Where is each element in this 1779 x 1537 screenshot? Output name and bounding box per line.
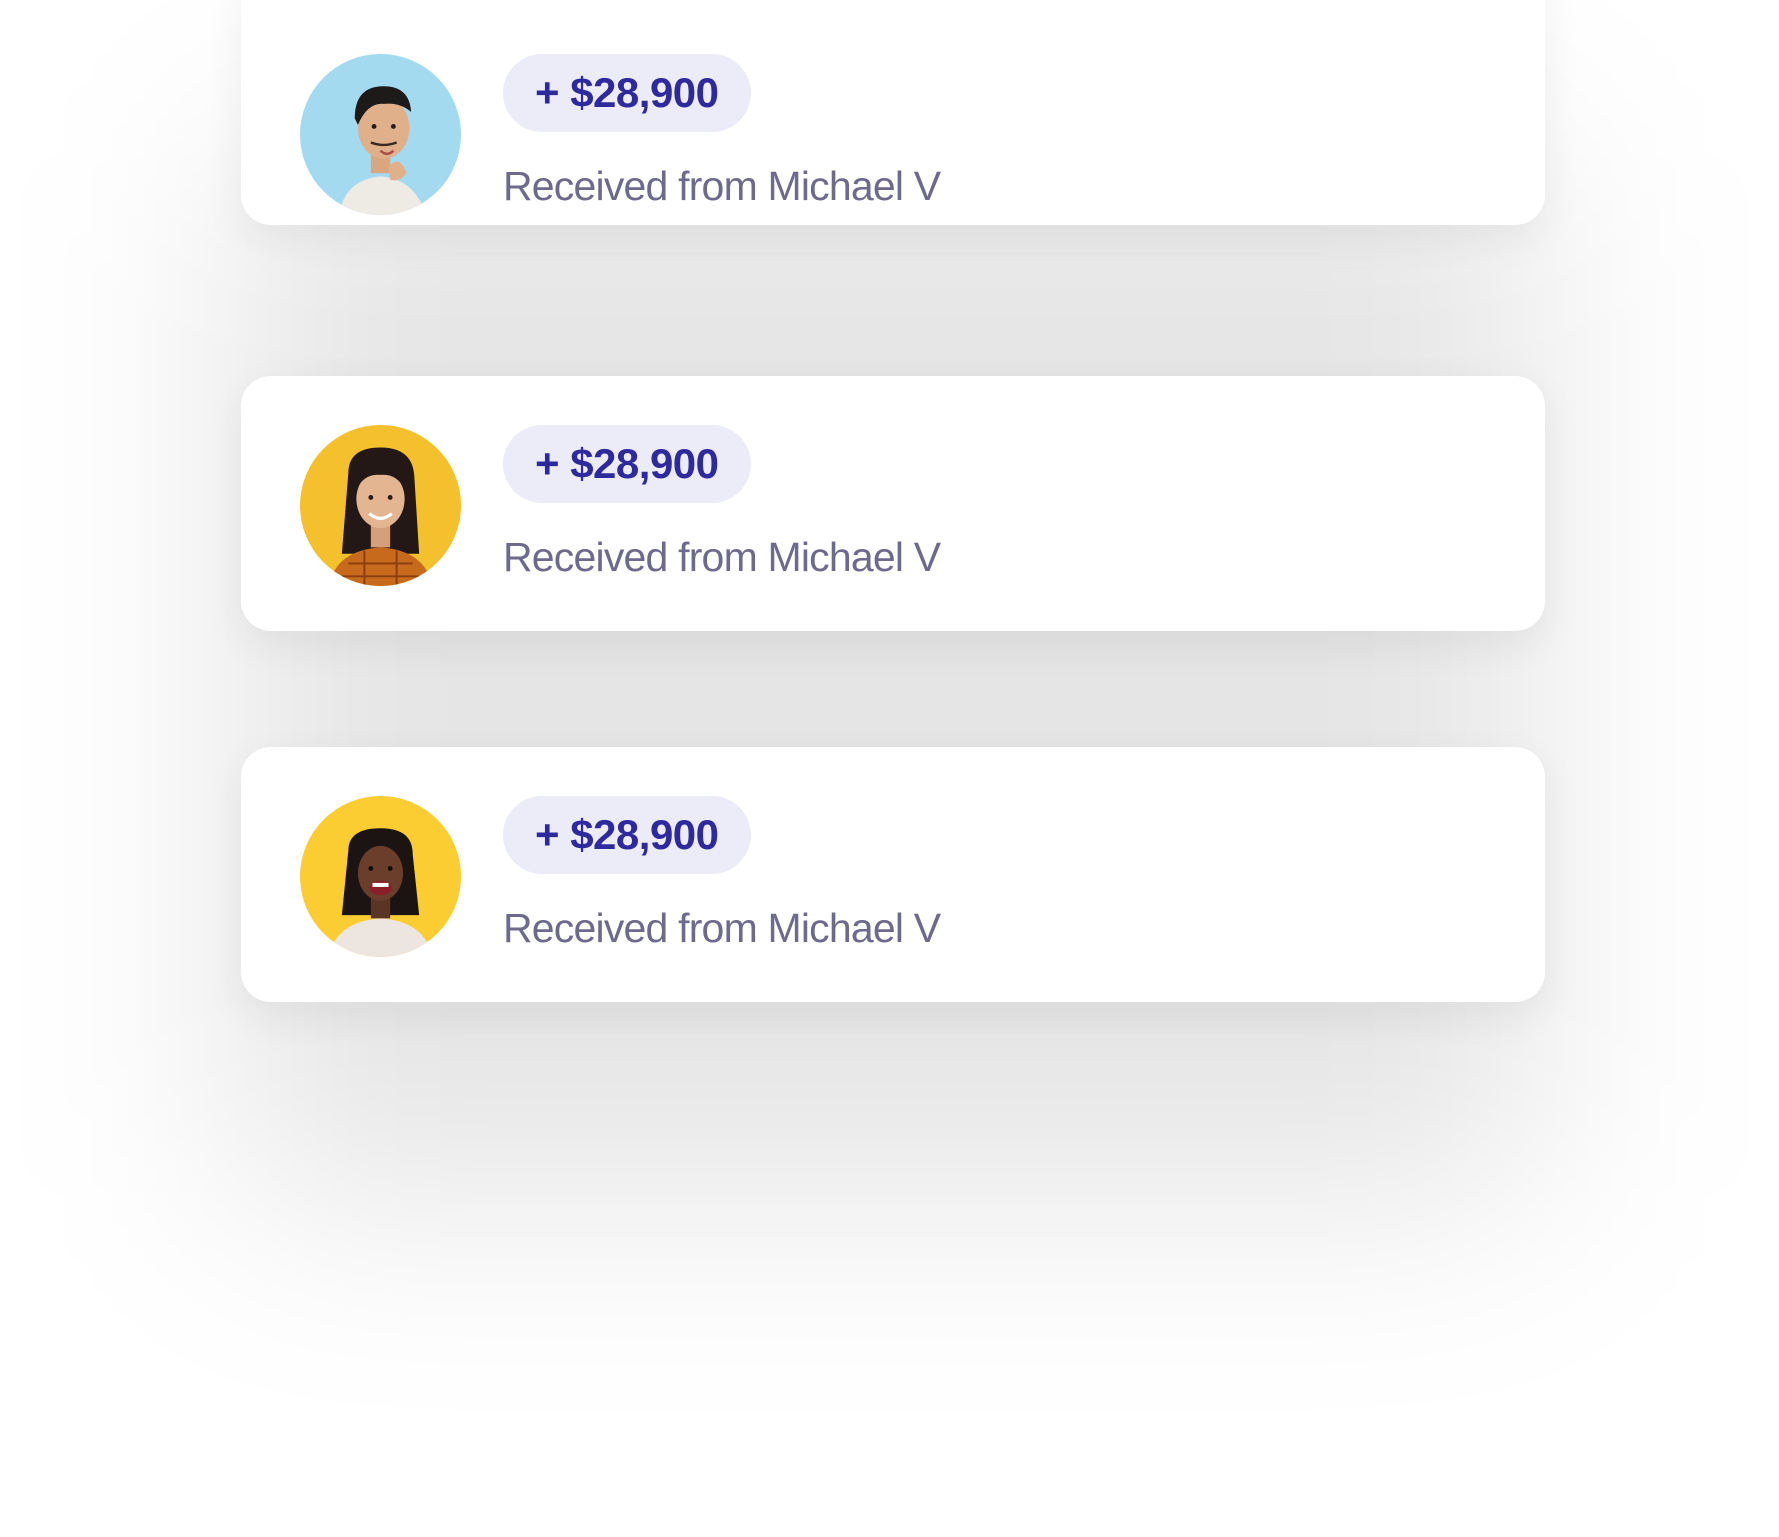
transaction-card[interactable]: + $28,900 Received from Michael V — [241, 376, 1545, 631]
amount-badge: + $28,900 — [503, 54, 751, 132]
person-avatar-icon — [300, 54, 461, 215]
person-avatar-icon — [300, 425, 461, 586]
amount-badge: + $28,900 — [503, 425, 751, 503]
transaction-description: Received from Michael V — [503, 534, 941, 580]
avatar — [300, 425, 461, 586]
avatar — [300, 54, 461, 215]
avatar — [300, 796, 461, 957]
amount-badge: + $28,900 — [503, 796, 751, 874]
transactions-panel: + $28,900 Received from Michael V + $28,… — [0, 0, 1779, 1537]
transaction-description: Received from Michael V — [503, 905, 941, 951]
transaction-card[interactable]: + $28,900 Received from Michael V — [241, 0, 1545, 225]
person-avatar-icon — [300, 796, 461, 957]
transaction-description: Received from Michael V — [503, 163, 941, 209]
transaction-card[interactable]: + $28,900 Received from Michael V — [241, 747, 1545, 1002]
shadow-halo — [230, 150, 1540, 1200]
